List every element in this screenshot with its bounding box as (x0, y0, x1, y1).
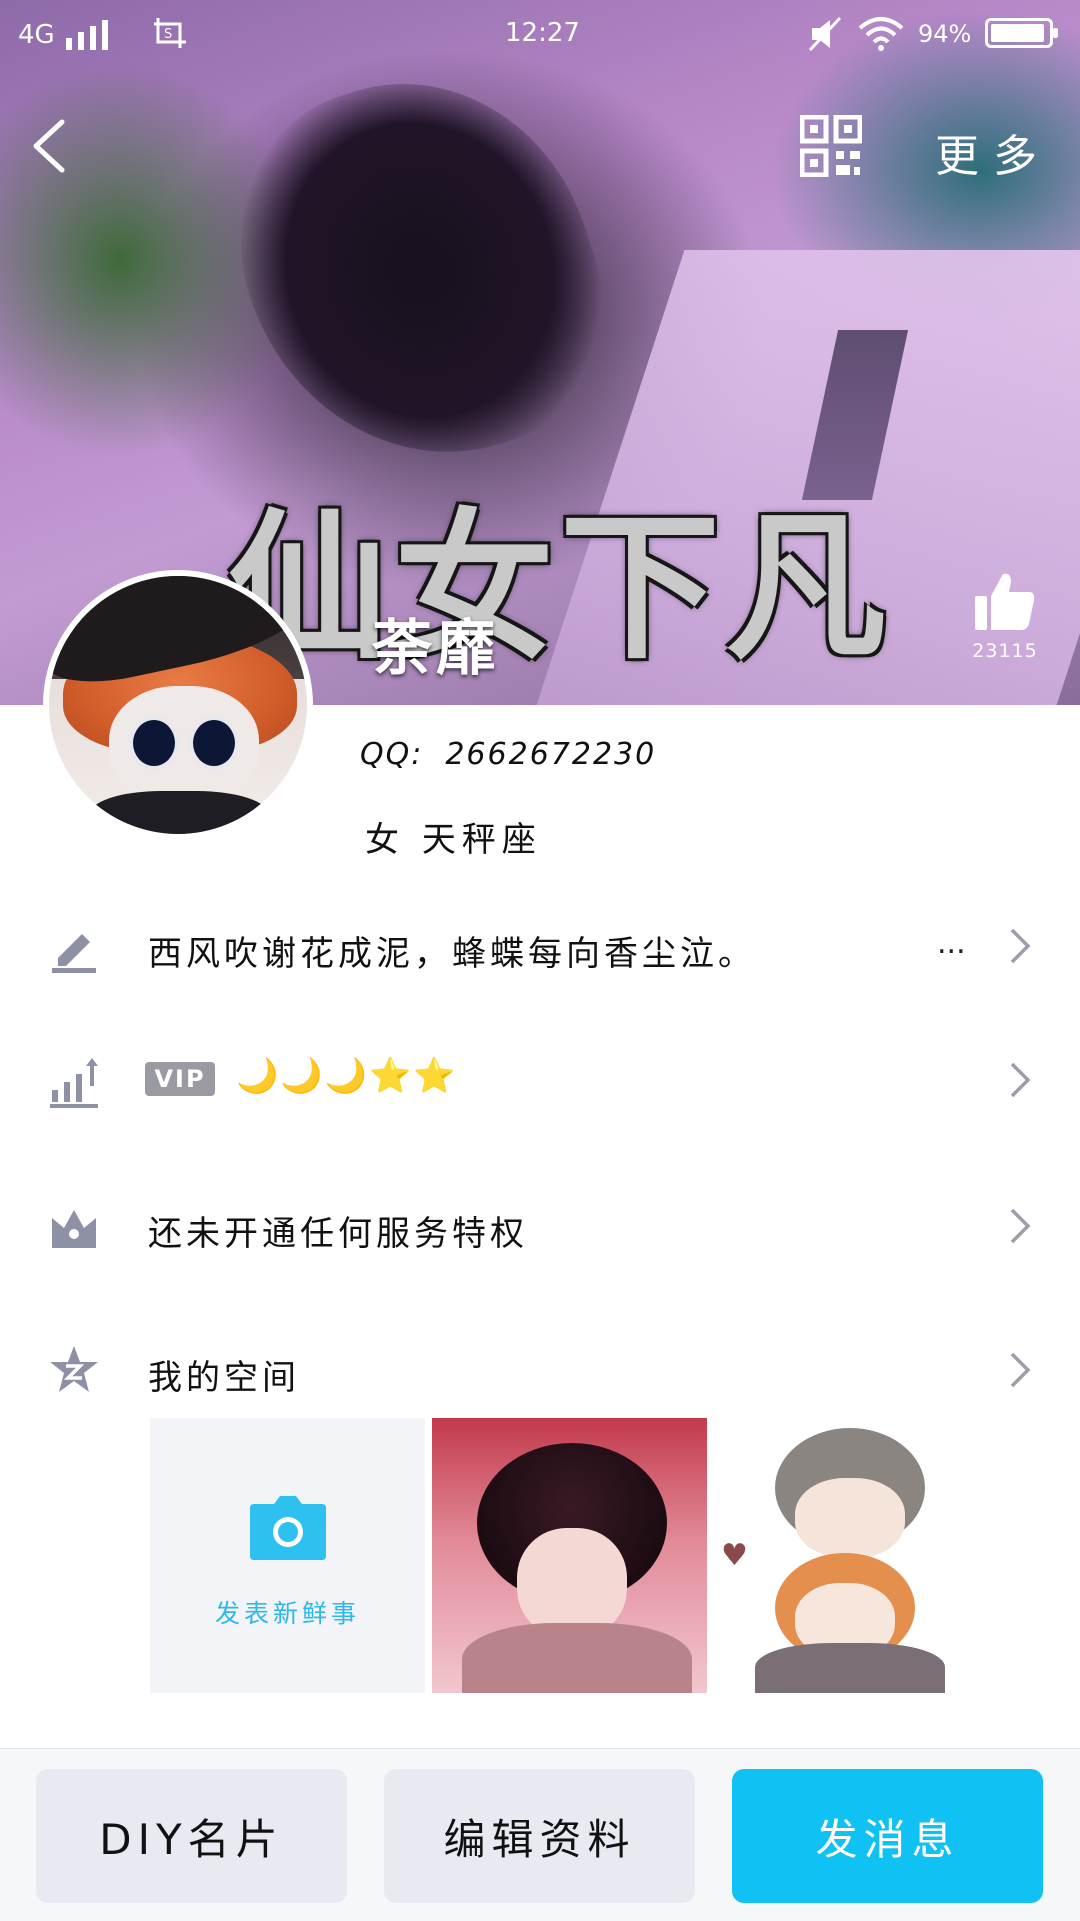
chevron-right-icon (1010, 1062, 1031, 1098)
qzone-star-icon (50, 1346, 98, 1392)
qzone-row[interactable]: 我的空间 (0, 1314, 1080, 1424)
battery-percent: 94% (918, 20, 972, 48)
heart-icon: ♥ (721, 1538, 748, 1573)
qq-number-line: QQ: 2662672230 (360, 737, 656, 772)
mute-icon (808, 16, 842, 52)
photo-1-face (517, 1528, 627, 1638)
send-message-button[interactable]: 发消息 (732, 1769, 1043, 1903)
like-button[interactable]: 23115 (970, 570, 1040, 662)
network-type: 4G (18, 20, 55, 50)
post-new-label: 发表新鲜事 (214, 1599, 360, 1628)
avatar[interactable] (43, 570, 313, 840)
signature-text: 西风吹谢花成泥，蜂蝶每向香尘泣。 (148, 934, 756, 974)
qr-code-icon[interactable] (800, 115, 862, 177)
vip-badge: VIP (145, 1062, 215, 1096)
qzone-thumbnails: 发表新鲜事 ♥ (150, 1418, 990, 1693)
edit-profile-button[interactable]: 编辑资料 (384, 1769, 695, 1903)
signature-row[interactable]: 西风吹谢花成泥，蜂蝶每向香尘泣。 ... (0, 890, 1080, 1000)
level-up-icon (50, 1058, 98, 1108)
status-bar: 4G S 12:27 94% (0, 0, 1080, 70)
pencil-icon (52, 934, 96, 973)
screenshot-icon: S (154, 18, 186, 48)
thumbs-up-icon (975, 573, 1035, 630)
service-text: 还未开通任何服务特权 (148, 1214, 528, 1254)
avatar-coat (89, 791, 269, 834)
photo-2-body (755, 1643, 945, 1693)
battery-icon (985, 18, 1058, 48)
signature-ellipsis: ... (937, 926, 966, 961)
qzone-text: 我的空间 (148, 1358, 300, 1398)
qzone-photo-1[interactable] (432, 1418, 707, 1693)
chevron-right-icon (1010, 928, 1031, 964)
photo-1-coat (462, 1623, 692, 1693)
chevron-right-icon (1010, 1208, 1031, 1244)
wifi-icon (858, 17, 904, 51)
avatar-eye-left (129, 716, 179, 770)
crown-icon (52, 1210, 96, 1248)
clock: 12:27 (505, 18, 580, 48)
nickname: 荼靡 (372, 614, 500, 684)
cover-figure (199, 36, 641, 504)
camera-icon (250, 1496, 326, 1560)
gender-constellation: 女 天秤座 (365, 812, 542, 861)
more-button[interactable]: 更多 (935, 120, 1051, 184)
avatar-image (49, 576, 307, 834)
like-count: 23115 (972, 640, 1038, 662)
service-row[interactable]: 还未开通任何服务特权 (0, 1170, 1080, 1280)
constellation: 天秤座 (421, 820, 542, 860)
back-chevron-icon[interactable] (28, 118, 72, 174)
gender: 女 (365, 820, 405, 860)
photo-2-face-top (795, 1478, 905, 1558)
bottom-action-bar: DIY名片 编辑资料 发消息 (0, 1748, 1080, 1921)
signal-icon (66, 20, 108, 50)
qq-label: QQ: (360, 737, 424, 772)
qzone-photo-2[interactable]: ♥ (715, 1418, 990, 1693)
cover-caption: 仙女下凡 (228, 494, 893, 681)
vip-level-icons: 🌙🌙🌙⭐⭐ (236, 1056, 458, 1096)
chevron-right-icon (1010, 1352, 1031, 1388)
post-new-button[interactable]: 发表新鲜事 (150, 1418, 425, 1693)
battery-fill (991, 24, 1044, 42)
qq-number: 2662672230 (445, 737, 657, 772)
avatar-eye-right (189, 716, 239, 770)
svg-text:S: S (164, 27, 172, 42)
diy-card-button[interactable]: DIY名片 (36, 1769, 347, 1903)
